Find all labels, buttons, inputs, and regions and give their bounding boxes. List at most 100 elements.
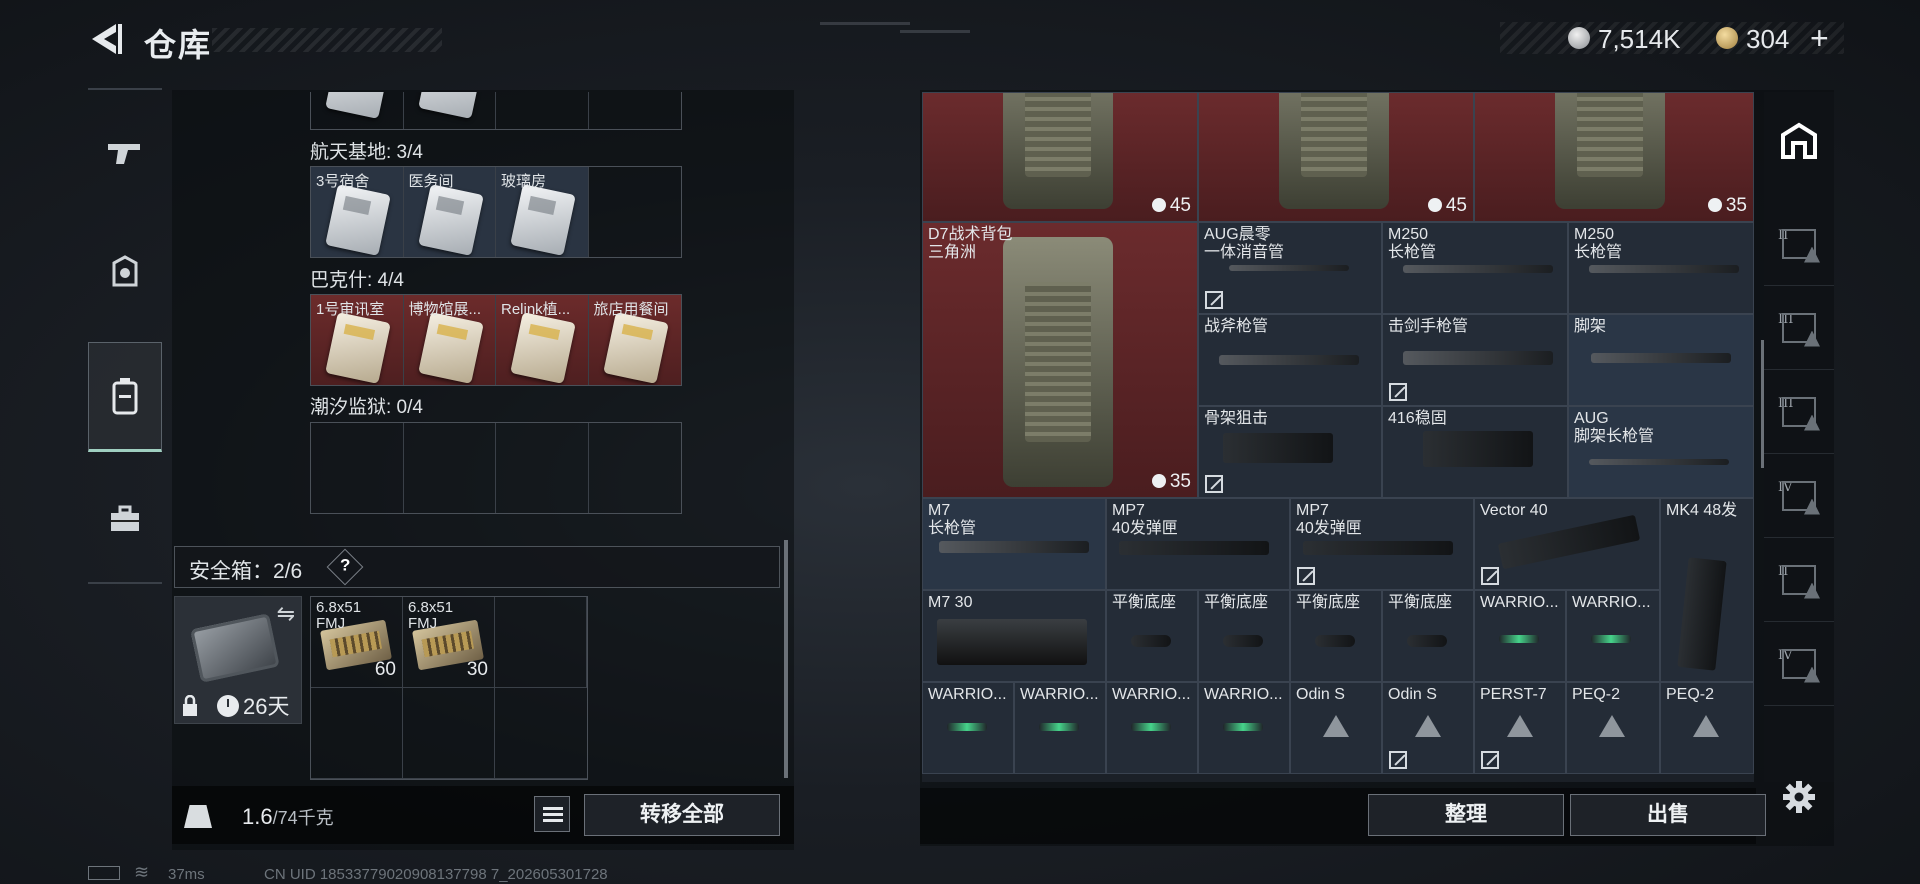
stash-item-backpack[interactable]: 45 — [922, 92, 1198, 222]
safebox-label: 安全箱：2/6 — [189, 560, 303, 583]
key-slot[interactable] — [589, 92, 682, 129]
stash-item[interactable]: Odin S — [1290, 682, 1382, 774]
stash-item[interactable]: M7 长枪管 — [922, 498, 1106, 590]
stash-item[interactable]: Odin S — [1382, 682, 1474, 774]
help-icon[interactable]: ? — [326, 548, 364, 586]
stash-item[interactable]: 战斧枪管 — [1198, 314, 1382, 406]
sort-button[interactable]: 整理 — [1368, 794, 1564, 836]
stash-item[interactable]: Vector 40 — [1474, 498, 1660, 590]
carry-weight: 1.6/74千克 — [242, 804, 334, 829]
stash-item[interactable]: MP7 40发弹匣 — [1290, 498, 1474, 590]
ammo-slot[interactable]: 6.8x51 FMJ 30 — [403, 597, 495, 688]
clock-icon — [217, 695, 239, 717]
stash-item[interactable]: 平衡底座 — [1198, 590, 1290, 682]
move-all-button[interactable]: 转移全部 — [584, 794, 780, 836]
add-currency-button[interactable]: + — [1810, 20, 1829, 57]
nav-equipment[interactable] — [88, 218, 162, 328]
unlocked-icon — [1205, 291, 1223, 309]
unlocked-icon — [1297, 567, 1315, 585]
key-slot[interactable]: 玻璃房 — [496, 167, 589, 257]
stash-item[interactable]: PEQ-2 — [1660, 682, 1754, 774]
stash-item-d7-backpack[interactable]: D7战术背包 三角洲 35 — [922, 222, 1198, 498]
stash-item[interactable]: WARRIO... — [1106, 682, 1198, 774]
stash-item[interactable]: MK4 48发 — [1660, 498, 1754, 682]
safe-slot[interactable] — [495, 597, 587, 688]
key-slot[interactable] — [404, 423, 496, 513]
stash-item[interactable]: AUG晨零 一体消音管 — [1198, 222, 1382, 314]
back-arrow-icon[interactable] — [86, 20, 126, 58]
stash-item[interactable]: 骨架狙击 — [1198, 406, 1382, 498]
stash-item[interactable]: WARRIO... — [1198, 682, 1290, 774]
ping-text: 37ms — [168, 866, 205, 883]
list-view-button[interactable] — [534, 796, 570, 832]
stash-tab-7[interactable]: IV — [1764, 622, 1834, 706]
stash-item[interactable]: WARRIO... — [922, 682, 1014, 774]
gold-amount: 304 — [1746, 24, 1790, 54]
sell-button[interactable]: 出售 — [1570, 794, 1766, 836]
stash-tab-home[interactable] — [1764, 98, 1834, 182]
remaining-days: 26天 — [243, 694, 290, 719]
stash-item[interactable]: WARRIO... — [1014, 682, 1106, 774]
stash-tab-5[interactable]: IV — [1764, 454, 1834, 538]
key-slot[interactable] — [496, 92, 589, 129]
stash-item[interactable]: 平衡底座 — [1382, 590, 1474, 682]
gold-coin-icon — [1716, 27, 1738, 49]
key-slot[interactable] — [589, 167, 682, 257]
key-slot[interactable] — [589, 423, 682, 513]
safe-slot[interactable] — [495, 688, 587, 779]
stash-item[interactable]: 平衡底座 — [1290, 590, 1382, 682]
stash-item[interactable]: M250 长枪管 — [1568, 222, 1754, 314]
key-card-icon — [325, 184, 391, 256]
key-slot[interactable] — [404, 92, 496, 129]
key-slot[interactable] — [311, 92, 404, 129]
safe-slot[interactable] — [311, 688, 403, 779]
key-slot[interactable]: 旅店用餐间 — [588, 295, 681, 385]
stash-tab-4[interactable]: III — [1764, 370, 1834, 454]
key-card-icon — [417, 184, 484, 256]
nav-items[interactable] — [88, 464, 162, 574]
key-slot[interactable]: 医务间 — [403, 167, 496, 257]
stash-item[interactable]: PEQ-2 — [1566, 682, 1660, 774]
swap-icon[interactable]: ⇋ — [277, 601, 295, 627]
key-slot[interactable] — [311, 423, 404, 513]
unlocked-icon — [1481, 751, 1499, 769]
stash-tab-3[interactable]: III — [1764, 286, 1834, 370]
stash-item[interactable]: WARRIO... — [1474, 590, 1566, 682]
stash-item[interactable]: 击剑手枪管 — [1382, 314, 1568, 406]
key-slot[interactable]: 3号宿舍 — [311, 167, 404, 257]
stash-item[interactable]: M7 30 — [922, 590, 1106, 682]
key-slot[interactable]: 博物馆展... — [403, 295, 496, 385]
key-card-icon — [325, 312, 391, 384]
stash-tab-2[interactable]: II — [1764, 202, 1834, 286]
safe-slot[interactable] — [403, 688, 495, 779]
nav-weapons[interactable] — [88, 98, 162, 208]
stash-item-backpack[interactable]: 45 — [1198, 92, 1474, 222]
key-slot[interactable] — [496, 423, 589, 513]
stash-item[interactable]: 脚架 — [1568, 314, 1754, 406]
nav-backpack[interactable] — [88, 342, 162, 452]
wifi-icon: ≋ — [134, 862, 150, 882]
key-slot[interactable]: Relink植... — [496, 295, 589, 385]
ammo-slot[interactable]: 6.8x51 FMJ 60 — [311, 597, 403, 688]
top-bar: 仓库 7,514K 304 + — [0, 0, 1920, 80]
stash-tab-6[interactable]: II — [1764, 538, 1834, 622]
safe-box-grid: 6.8x51 FMJ 60 6.8x51 FMJ 30 — [310, 596, 588, 780]
section-label-space-base: 航天基地: 3/4 — [310, 142, 423, 163]
key-slot[interactable]: 1号审讯室 — [311, 295, 404, 385]
left-scrollbar[interactable] — [784, 540, 788, 778]
stash-item[interactable]: M250 长枪管 — [1382, 222, 1568, 314]
backpack-icon — [112, 378, 138, 415]
settings-gear-icon[interactable] — [1782, 780, 1816, 814]
safe-case-image — [190, 613, 280, 683]
stash-item[interactable]: 416稳固 — [1382, 406, 1568, 498]
stash-item[interactable]: 平衡底座 — [1106, 590, 1198, 682]
stash-item[interactable]: WARRIO... — [1566, 590, 1660, 682]
stash-item[interactable]: AUG 脚架长枪管 — [1568, 406, 1754, 498]
section-label-bakhsh: 巴克什: 4/4 — [310, 270, 404, 291]
safe-case-slot[interactable]: ⇋ 26天 — [174, 596, 302, 724]
silver-coin-icon — [1568, 27, 1590, 49]
stash-item-backpack[interactable]: 35 — [1474, 92, 1754, 222]
stash-item[interactable]: PERST-7 — [1474, 682, 1566, 774]
stash-item[interactable]: MP7 40发弹匣 — [1106, 498, 1290, 590]
box-icon — [1782, 396, 1816, 427]
